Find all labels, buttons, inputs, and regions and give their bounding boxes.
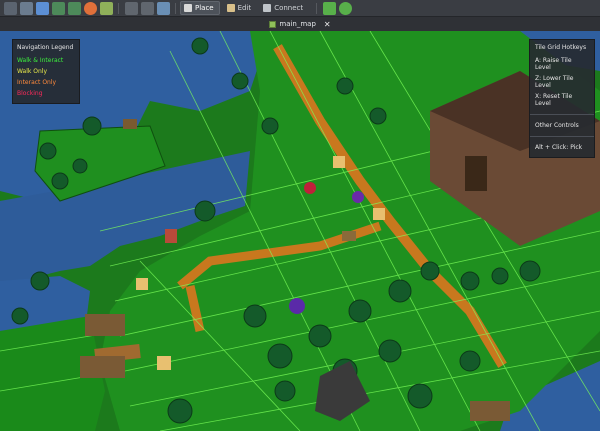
other-controls-title: Other Controls <box>535 122 579 129</box>
connect-button[interactable]: Connect <box>260 1 308 15</box>
save-icon[interactable] <box>19 1 33 15</box>
refresh-icon[interactable] <box>338 1 352 15</box>
tab-main-map[interactable]: main_map ✕ <box>265 18 334 30</box>
map-scene <box>0 31 600 431</box>
redo-icon[interactable] <box>67 1 81 15</box>
hotkeys-divider <box>530 136 594 137</box>
toolbar-separator <box>118 2 119 14</box>
toolbar: Place Edit Connect <box>0 0 600 17</box>
grid-icon[interactable] <box>3 1 17 15</box>
legend-blocking: Blocking <box>17 90 43 97</box>
record-icon[interactable] <box>83 1 97 15</box>
hotkeys-title: Tile Grid Hotkeys <box>535 44 587 51</box>
map-viewport[interactable]: Navigation Legend Walk & Interact Walk O… <box>0 31 600 431</box>
legend-walk-only: Walk Only <box>17 68 48 75</box>
edit-icon <box>226 4 235 12</box>
navigation-legend: Navigation Legend Walk & Interact Walk O… <box>12 39 80 104</box>
hotkey-raise: A: Raise Tile Level <box>535 57 572 71</box>
camera-icon[interactable] <box>156 1 170 15</box>
edit-button[interactable]: Edit <box>224 1 257 15</box>
hotkey-pick: Alt + Click: Pick <box>535 144 583 151</box>
toolbar-separator <box>316 2 318 14</box>
legend-walk-interact: Walk & Interact <box>17 57 64 64</box>
hotkey-reset: X: Reset Tile Level <box>535 93 573 107</box>
grid-toggle-icon[interactable] <box>124 1 138 15</box>
connect-icon <box>263 4 272 12</box>
undo-icon[interactable] <box>51 1 65 15</box>
map-icon <box>269 20 277 28</box>
image-icon[interactable] <box>99 1 113 15</box>
fullscreen-icon[interactable] <box>140 1 154 15</box>
legend-interact-only: Interact Only <box>17 79 57 86</box>
shuffle-icon[interactable] <box>322 1 336 15</box>
close-icon[interactable]: ✕ <box>324 20 331 29</box>
hotkeys-divider <box>530 114 594 115</box>
toolbar-separator <box>175 2 176 14</box>
legend-title: Navigation Legend <box>17 44 74 51</box>
copy-icon[interactable] <box>35 1 49 15</box>
place-button[interactable]: Place <box>180 1 220 15</box>
tile-grid-hotkeys: Tile Grid Hotkeys A: Raise Tile Level Z:… <box>529 39 595 158</box>
place-icon <box>184 4 192 12</box>
tab-bar: main_map ✕ <box>0 17 600 31</box>
hotkey-lower: Z: Lower Tile Level <box>535 75 574 89</box>
